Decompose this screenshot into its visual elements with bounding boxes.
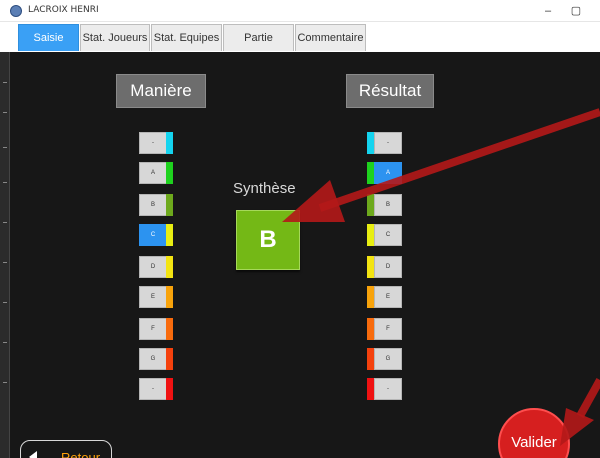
resultat-level-color <box>367 194 374 216</box>
resultat-level-button[interactable]: - <box>374 132 402 154</box>
maniere-level-button[interactable]: A <box>139 162 167 184</box>
resultat-level-button[interactable]: G <box>374 348 402 370</box>
resultat-level-button[interactable]: B <box>374 194 402 216</box>
app-window: LACROIX HENRI – ▢ Saisie Stat. Joueurs S… <box>0 0 600 458</box>
resultat-level-color <box>367 132 374 154</box>
maniere-level-color <box>166 224 173 246</box>
maniere-level-button[interactable]: E <box>139 286 167 308</box>
main-panel <box>10 52 600 458</box>
tab-saisie[interactable]: Saisie <box>18 24 79 51</box>
maniere-level-color <box>166 286 173 308</box>
retour-button[interactable]: Retour <box>20 440 112 458</box>
left-side-strip <box>0 52 10 458</box>
maniere-level-color <box>166 378 173 400</box>
arrow-left-icon <box>29 451 37 458</box>
maniere-level-button[interactable]: - <box>139 378 167 400</box>
resultat-level-button[interactable]: E <box>374 286 402 308</box>
tab-stat-equipes[interactable]: Stat. Equipes <box>151 24 222 51</box>
maniere-level-color <box>166 256 173 278</box>
maniere-level-button[interactable]: F <box>139 318 167 340</box>
maniere-level-color <box>166 132 173 154</box>
tab-partie[interactable]: Partie <box>223 24 294 51</box>
maniere-level-color <box>166 348 173 370</box>
resultat-level-color <box>367 286 374 308</box>
title-bar: LACROIX HENRI – ▢ <box>0 0 600 22</box>
resultat-level-color <box>367 256 374 278</box>
synthese-value-box: B <box>236 210 300 270</box>
tab-stat-joueurs[interactable]: Stat. Joueurs <box>80 24 150 51</box>
maniere-level-button[interactable]: B <box>139 194 167 216</box>
resultat-level-button[interactable]: D <box>374 256 402 278</box>
window-title: LACROIX HENRI <box>28 5 99 15</box>
resultat-level-button[interactable]: A <box>374 162 402 184</box>
resultat-level-button[interactable]: - <box>374 378 402 400</box>
maniere-level-color <box>166 162 173 184</box>
resultat-level-color <box>367 348 374 370</box>
tab-commentaire[interactable]: Commentaire <box>295 24 366 51</box>
retour-label: Retour <box>61 450 101 458</box>
maniere-level-button[interactable]: C <box>139 224 167 246</box>
resultat-level-color <box>367 378 374 400</box>
maniere-level-button[interactable]: D <box>139 256 167 278</box>
maniere-header: Manière <box>116 74 206 108</box>
resultat-level-color <box>367 224 374 246</box>
resultat-level-color <box>367 318 374 340</box>
app-logo-icon <box>10 5 22 17</box>
resultat-level-button[interactable]: C <box>374 224 402 246</box>
resultat-level-color <box>367 162 374 184</box>
maximize-button[interactable]: ▢ <box>566 2 586 20</box>
maniere-level-color <box>166 318 173 340</box>
synthese-label: Synthèse <box>233 180 296 197</box>
maniere-level-color <box>166 194 173 216</box>
resultat-level-button[interactable]: F <box>374 318 402 340</box>
maniere-level-button[interactable]: - <box>139 132 167 154</box>
resultat-header: Résultat <box>346 74 434 108</box>
minimize-button[interactable]: – <box>538 2 558 20</box>
maniere-level-button[interactable]: G <box>139 348 167 370</box>
